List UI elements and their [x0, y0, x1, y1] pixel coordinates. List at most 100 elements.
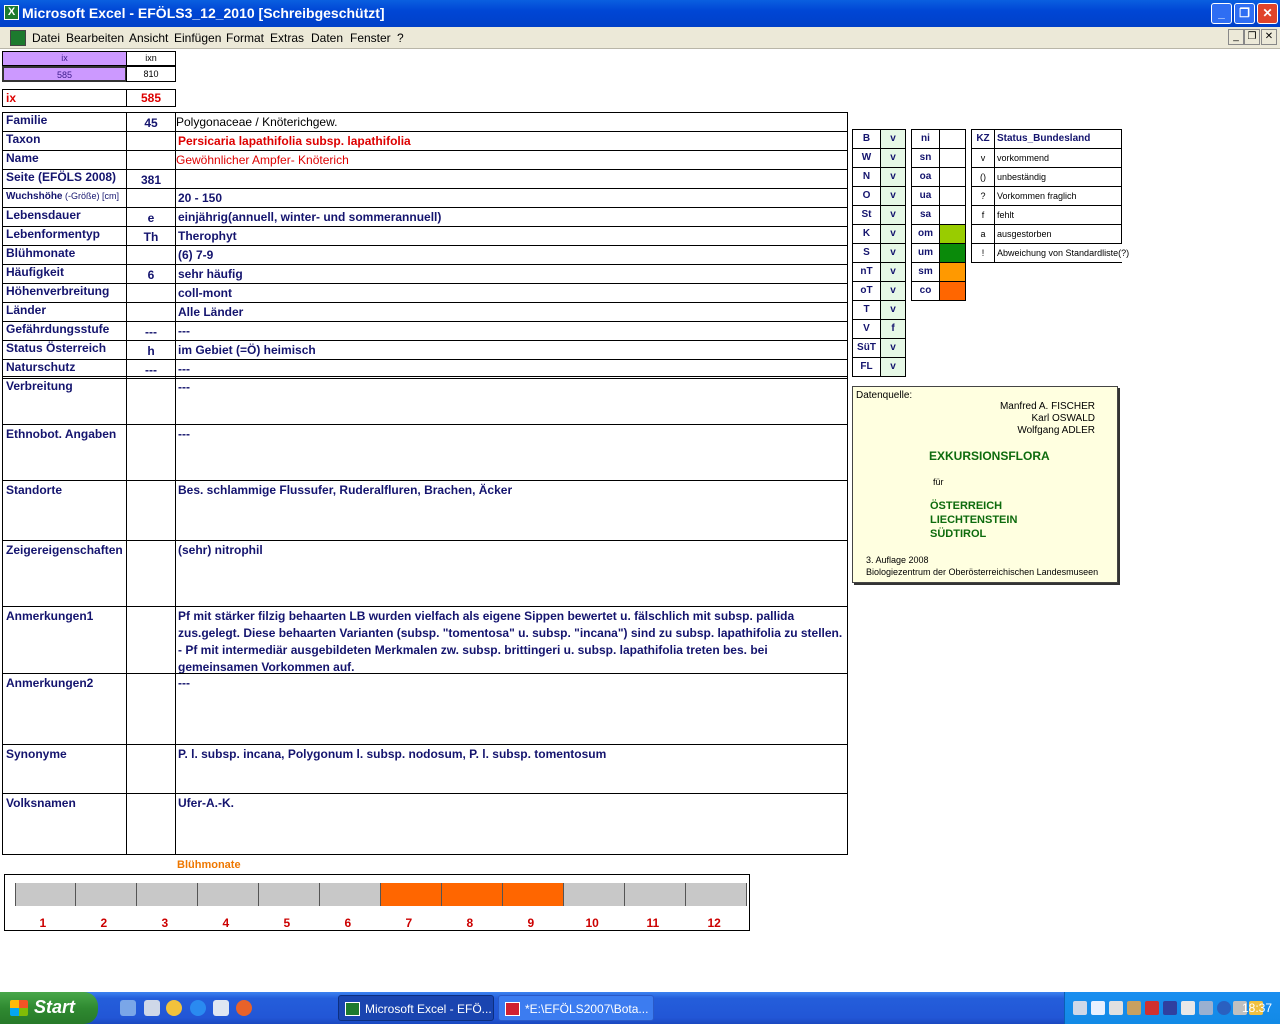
close-button[interactable]: ✕	[1257, 3, 1278, 24]
state-status[interactable]: v	[880, 300, 906, 320]
row-value[interactable]: im Gebiet (=Ö) heimisch	[175, 340, 848, 360]
row-value[interactable]: ---	[175, 376, 848, 425]
row-value[interactable]: Alle Länder	[175, 302, 848, 322]
row-value[interactable]: ---	[175, 321, 848, 341]
row-code[interactable]	[126, 302, 176, 322]
security-icon[interactable]	[1145, 1001, 1159, 1015]
doc-minimize-button[interactable]: _	[1228, 29, 1244, 45]
minimize-button[interactable]: _	[1211, 3, 1232, 24]
row-code[interactable]	[126, 606, 176, 674]
menu-fenster[interactable]: Fenster	[350, 31, 391, 45]
row-code[interactable]: h	[126, 340, 176, 360]
row-code[interactable]	[126, 480, 176, 541]
firefox-icon[interactable]	[236, 1000, 252, 1016]
source-infobox[interactable]: Datenquelle: Manfred A. FISCHER Karl OSW…	[852, 386, 1118, 583]
row-value[interactable]: Gewöhnlicher Ampfer- Knöterich	[175, 150, 848, 170]
ix-header-cell[interactable]: ix	[2, 51, 127, 66]
row-code[interactable]: 45	[126, 112, 176, 132]
row-value[interactable]: sehr häufig	[175, 264, 848, 284]
sync-icon[interactable]	[1199, 1001, 1213, 1015]
ix-big-cell[interactable]: 585	[126, 89, 176, 107]
network-icon[interactable]	[1073, 1001, 1087, 1015]
desktop-icon[interactable]	[120, 1000, 136, 1016]
row-code[interactable]	[126, 150, 176, 170]
state-status[interactable]: v	[880, 148, 906, 168]
row-code[interactable]	[126, 245, 176, 265]
state-status[interactable]: v	[880, 357, 906, 377]
state-status[interactable]: v	[880, 129, 906, 149]
menu-daten[interactable]: Daten	[311, 31, 343, 45]
ix-label-cell[interactable]: ix	[2, 89, 127, 107]
state-status[interactable]: v	[880, 186, 906, 206]
worksheet[interactable]: ix ixn 585 810 ix 585 Familie 45 Polygonac…	[0, 50, 1280, 992]
row-value[interactable]: Therophyt	[175, 226, 848, 246]
row-value[interactable]: einjährig(annuell, winter- und sommerann…	[175, 207, 848, 227]
row-value[interactable]: ---	[175, 673, 848, 745]
menu-bearbeiten[interactable]: Bearbeiten	[66, 31, 124, 45]
ix-value-cell[interactable]: 585	[2, 66, 127, 82]
row-code[interactable]	[126, 131, 176, 151]
state-status[interactable]: v	[880, 224, 906, 244]
explorer-icon[interactable]	[144, 1000, 160, 1016]
row-value[interactable]	[175, 169, 848, 189]
state-status[interactable]: v	[880, 167, 906, 187]
row-code[interactable]	[126, 793, 176, 855]
doc-close-button[interactable]: ✕	[1261, 29, 1277, 45]
state-status[interactable]: v	[880, 338, 906, 358]
row-value[interactable]: Persicaria lapathifolia subsp. lapathifo…	[175, 131, 848, 151]
row-code[interactable]: e	[126, 207, 176, 227]
outlook-icon[interactable]	[213, 1000, 229, 1016]
bloom-month-label: 9	[527, 916, 535, 930]
row-value[interactable]: coll-mont	[175, 283, 848, 303]
row-code[interactable]: Th	[126, 226, 176, 246]
row-value[interactable]: Ufer-A.-K.	[175, 793, 848, 855]
row-value[interactable]: (sehr) nitrophil	[175, 540, 848, 607]
start-button[interactable]: Start	[0, 992, 98, 1024]
row-value[interactable]: Bes. schlammige Flussufer, Ruderalfluren…	[175, 480, 848, 541]
menu-format[interactable]: Format	[226, 31, 264, 45]
state-status[interactable]: v	[880, 281, 906, 301]
row-code[interactable]	[126, 673, 176, 745]
menu-extras[interactable]: Extras	[270, 31, 304, 45]
shield-icon[interactable]	[1163, 1001, 1177, 1015]
row-code[interactable]	[126, 283, 176, 303]
ie-icon[interactable]	[190, 1000, 206, 1016]
restore-button[interactable]: ❐	[1234, 3, 1255, 24]
row-value[interactable]: Pf mit stärker filzig behaarten LB wurde…	[175, 606, 848, 674]
state-status[interactable]: v	[880, 262, 906, 282]
row-value[interactable]: ---	[175, 424, 848, 481]
row-code[interactable]: 381	[126, 169, 176, 189]
search-icon[interactable]	[1091, 1001, 1105, 1015]
speaker-icon[interactable]	[1181, 1001, 1195, 1015]
bloom-chart[interactable]: 1 2 3 4 5 6 7 8 9 10 11 12	[4, 874, 750, 931]
row-code[interactable]	[126, 188, 176, 208]
row-code[interactable]: ---	[126, 321, 176, 341]
row-value[interactable]: (6) 7-9	[175, 245, 848, 265]
row-code[interactable]: 6	[126, 264, 176, 284]
menu-ansicht[interactable]: Ansicht	[129, 31, 168, 45]
menu-help[interactable]: ?	[397, 31, 404, 45]
row-code[interactable]	[126, 744, 176, 794]
menu-datei[interactable]: Datei	[32, 31, 60, 45]
state-status[interactable]: f	[880, 319, 906, 339]
doc-restore-button[interactable]: ❐	[1244, 29, 1260, 45]
row-code[interactable]	[126, 424, 176, 481]
tools-icon[interactable]	[1127, 1001, 1141, 1015]
task-access[interactable]: *E:\EFÖLS2007\Bota...	[498, 995, 654, 1021]
menu-einfuegen[interactable]: Einfügen	[174, 31, 221, 45]
excel-icon[interactable]: X	[4, 5, 19, 20]
row-value[interactable]: Polygonaceae / Knöterichgew.	[175, 112, 848, 132]
row-value[interactable]: P. l. subsp. incana, Polygonum l. subsp.…	[175, 744, 848, 794]
row-code[interactable]	[126, 376, 176, 425]
info-icon[interactable]	[1217, 1001, 1231, 1015]
media-player-icon[interactable]	[166, 1000, 182, 1016]
ixn-value-cell[interactable]: 810	[126, 66, 176, 82]
task-excel[interactable]: Microsoft Excel - EFÖ...	[338, 995, 494, 1021]
row-code[interactable]	[126, 540, 176, 607]
row-value[interactable]: 20 - 150	[175, 188, 848, 208]
state-status[interactable]: v	[880, 243, 906, 263]
printer-icon[interactable]	[1109, 1001, 1123, 1015]
ixn-header-cell[interactable]: ixn	[126, 51, 176, 66]
state-status[interactable]: v	[880, 205, 906, 225]
workbook-icon[interactable]	[10, 30, 26, 46]
